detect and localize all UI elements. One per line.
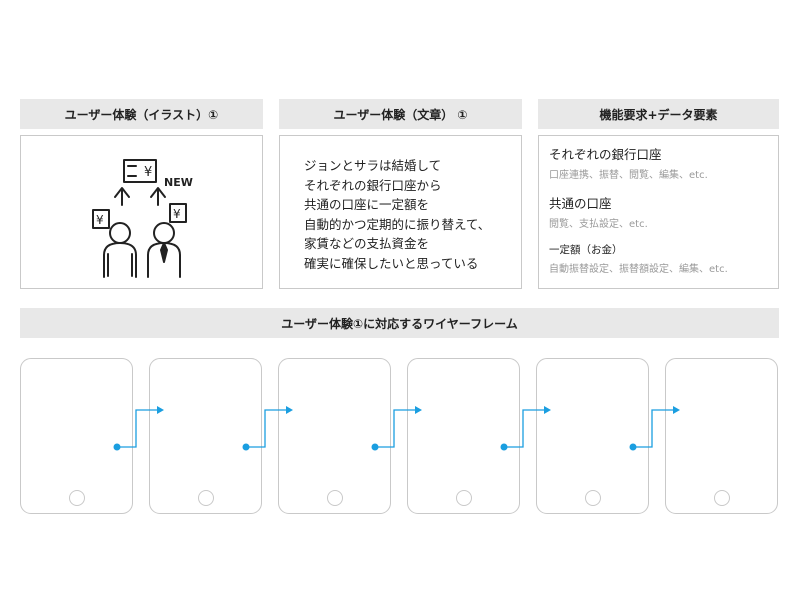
home-button-icon	[456, 490, 472, 506]
requirement-title: 共通の口座	[549, 196, 612, 211]
requirement-detail: 口座連携、振替、閲覧、編集、etc.	[549, 170, 708, 181]
phone-frame-6	[665, 358, 778, 514]
yen-symbol-left: ¥	[96, 213, 104, 227]
header-wireframe: ユーザー体験①に対応するワイヤーフレーム	[20, 308, 779, 338]
story-text: ジョンとサラは結婚して それぞれの銀行口座から 共通の口座に一定額を 自動的かつ…	[280, 136, 521, 273]
story-text-panel: ジョンとサラは結婚して それぞれの銀行口座から 共通の口座に一定額を 自動的かつ…	[279, 135, 522, 289]
arrow-left-up-icon	[114, 187, 130, 206]
home-button-icon	[69, 490, 85, 506]
story-line: 確実に確保したいと思っている	[304, 255, 479, 271]
home-button-icon	[198, 490, 214, 506]
requirements-panel: それぞれの銀行口座 口座連携、振替、閲覧、編集、etc. 共通の口座 閲覧、支払…	[538, 135, 779, 289]
requirement-detail: 閲覧、支払設定、etc.	[549, 219, 648, 230]
phone-frame-2	[149, 358, 262, 514]
requirement-item: 一定額（お金） 自動振替設定、振替額設定、編集、etc.	[549, 242, 778, 275]
story-line: 家賃などの支払資金を	[304, 236, 430, 251]
yen-symbol-right: ¥	[173, 207, 181, 221]
story-line: それぞれの銀行口座から	[304, 177, 442, 193]
home-button-icon	[714, 490, 730, 506]
yen-symbol-top: ¥	[144, 165, 152, 180]
person-right-icon	[147, 222, 181, 278]
couple-illustration: ¥ ¥ ¥ NEW	[92, 159, 193, 278]
header-story-text: ユーザー体験（文章） ①	[279, 99, 522, 129]
new-label: NEW	[164, 176, 193, 189]
requirement-detail: 自動振替設定、振替額設定、編集、etc.	[549, 264, 728, 275]
requirement-title: それぞれの銀行口座	[549, 147, 662, 162]
requirement-item: それぞれの銀行口座 口座連携、振替、閲覧、編集、etc.	[549, 144, 778, 181]
phone-frame-1	[20, 358, 133, 514]
story-line: 共通の口座に一定額を	[304, 197, 430, 212]
home-button-icon	[327, 490, 343, 506]
phone-frame-4	[407, 358, 520, 514]
story-line: 自動的かつ定期的に振り替えて、	[304, 216, 491, 232]
header-requirements: 機能要求+データ要素	[538, 99, 779, 129]
phone-frame-5	[536, 358, 649, 514]
story-line: ジョンとサラは結婚して	[304, 158, 442, 173]
home-button-icon	[585, 490, 601, 506]
person-left-icon	[103, 222, 137, 278]
requirement-item: 共通の口座 閲覧、支払設定、etc.	[549, 193, 778, 230]
arrow-right-up-icon	[150, 187, 166, 206]
phone-frame-3	[278, 358, 391, 514]
requirement-title: 一定額（お金）	[549, 244, 623, 256]
header-illustration: ユーザー体験（イラスト）①	[20, 99, 263, 129]
